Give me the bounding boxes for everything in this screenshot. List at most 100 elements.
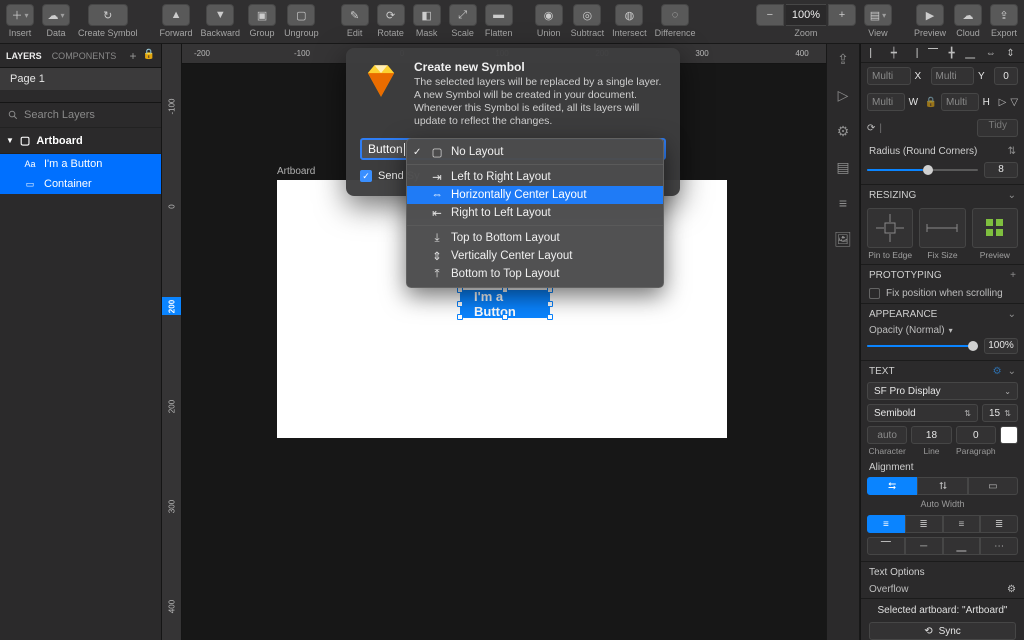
layout-option-vcenter[interactable]: ⇕Vertically Center Layout xyxy=(407,247,663,265)
grid-icon[interactable]: ▤ xyxy=(834,158,852,176)
lock-aspect-icon[interactable]: 🔒 xyxy=(925,97,937,108)
y-value[interactable]: 0 xyxy=(994,67,1018,85)
align-right-icon[interactable]: ⎹ xyxy=(907,48,917,59)
difference-button[interactable]: ◌ xyxy=(661,4,689,26)
zoom-out-button[interactable]: − xyxy=(756,4,784,26)
layout-option-none[interactable]: ✓▢No Layout xyxy=(407,143,663,161)
radius-slider[interactable] xyxy=(867,164,978,176)
char-spacing-input[interactable]: auto xyxy=(867,426,907,444)
align-top-icon[interactable]: ⎺ xyxy=(928,48,938,59)
halign-center-button[interactable]: ≣ xyxy=(905,515,943,533)
cloud-button[interactable]: ☁ xyxy=(954,4,982,26)
sync-button[interactable]: ⟲Sync xyxy=(869,622,1016,640)
data-button[interactable]: ☁▾ xyxy=(42,4,70,26)
share-icon[interactable]: ⇪ xyxy=(834,50,852,68)
halign-right-button[interactable]: ≡ xyxy=(943,515,981,533)
distribute-v-icon[interactable]: ⇕ xyxy=(1006,48,1014,59)
flip-h-icon[interactable]: ▷ xyxy=(999,97,1007,108)
preview-control[interactable] xyxy=(972,208,1018,248)
textbox-auto-width-button[interactable]: ⮀ xyxy=(867,477,917,495)
line-height-input[interactable]: 18 xyxy=(911,426,951,444)
halign-left-button[interactable]: ≡ xyxy=(867,515,905,533)
insert-button[interactable]: ＋▾ xyxy=(6,4,34,26)
page-row[interactable]: Page 1 xyxy=(0,68,161,90)
image-icon[interactable]: 🖼 xyxy=(834,230,852,248)
layout-option-hcenter[interactable]: ⇔Horizontally Center Layout xyxy=(407,186,663,204)
textbox-fixed-button[interactable]: ▭ xyxy=(968,477,1018,495)
layer-row-shape[interactable]: ▭ Container xyxy=(0,174,161,194)
layout-option-ttb[interactable]: ⤓Top to Bottom Layout xyxy=(407,229,663,247)
list-icon[interactable]: ≡ xyxy=(834,194,852,212)
valign-bottom-button[interactable]: ⎽ xyxy=(943,537,981,555)
fix-size-control[interactable] xyxy=(919,208,965,248)
sel-handle[interactable] xyxy=(547,314,553,320)
create-symbol-button[interactable]: ↻ xyxy=(88,4,128,26)
radius-value[interactable]: 8 xyxy=(984,162,1018,178)
tab-layers[interactable]: LAYERS xyxy=(6,51,42,61)
intersect-button[interactable]: ◍ xyxy=(615,4,643,26)
sel-handle[interactable] xyxy=(547,301,553,307)
chevron-down-icon[interactable]: ⌄ xyxy=(1008,190,1016,201)
sel-handle[interactable] xyxy=(457,314,463,320)
rotate-icon[interactable]: ⟳ xyxy=(867,123,875,134)
paragraph-input[interactable]: 0 xyxy=(956,426,996,444)
layout-option-rtl[interactable]: ⇤Right to Left Layout xyxy=(407,204,663,222)
layout-option-btt[interactable]: ⤒Bottom to Top Layout xyxy=(407,265,663,283)
halign-justify-button[interactable]: ≣ xyxy=(980,515,1018,533)
scale-button[interactable]: ⤢ xyxy=(449,4,477,26)
tab-components[interactable]: COMPONENTS xyxy=(52,51,117,61)
lock-icon[interactable]: 🔒 xyxy=(143,49,155,63)
forward-button[interactable]: ▲ xyxy=(162,4,190,26)
fix-scroll-checkbox[interactable] xyxy=(869,288,880,299)
pin-control[interactable] xyxy=(867,208,913,248)
text-options-button[interactable]: ⋯ xyxy=(980,537,1018,555)
x-input[interactable]: Multi xyxy=(867,67,911,85)
font-size-input[interactable]: 15⇅ xyxy=(982,404,1018,422)
align-left-icon[interactable]: ⎸ xyxy=(870,48,880,59)
edit-button[interactable]: ✎ xyxy=(341,4,369,26)
sel-handle[interactable] xyxy=(457,301,463,307)
textbox-auto-height-button[interactable]: ⮁ xyxy=(917,477,967,495)
union-button[interactable]: ◉ xyxy=(535,4,563,26)
export-button[interactable]: ⇪ xyxy=(990,4,1018,26)
sel-handle[interactable] xyxy=(502,314,508,320)
chevron-down-icon[interactable]: ⌄ xyxy=(1008,366,1016,377)
add-page-icon[interactable]: + xyxy=(130,49,137,63)
chevron-down-icon[interactable]: ▾ xyxy=(949,326,953,335)
valign-middle-button[interactable]: ─ xyxy=(905,537,943,555)
artboard-name-label[interactable]: Artboard xyxy=(277,166,315,177)
search-layers-input[interactable]: Search Layers xyxy=(0,102,161,128)
tidy-button[interactable]: Tidy xyxy=(977,119,1018,137)
send-to-symbols-checkbox[interactable]: ✓ xyxy=(360,170,372,182)
distribute-h-icon[interactable]: ⇔ xyxy=(986,48,996,59)
mask-button[interactable]: ◧ xyxy=(413,4,441,26)
group-button[interactable]: ▣ xyxy=(248,4,276,26)
text-color-swatch[interactable] xyxy=(1000,426,1018,444)
w-input[interactable]: Multi xyxy=(867,93,905,111)
radius-stepper-icon[interactable]: ⇅ xyxy=(1008,146,1016,157)
align-bottom-icon[interactable]: ⎽ xyxy=(965,48,975,59)
opacity-value[interactable]: 100% xyxy=(984,338,1018,354)
font-weight-select[interactable]: Semibold⇅ xyxy=(867,404,978,422)
view-button[interactable]: ▤▾ xyxy=(864,4,892,26)
font-family-select[interactable]: SF Pro Display⌄ xyxy=(867,382,1018,400)
chevron-down-icon[interactable]: ⌄ xyxy=(1008,309,1016,320)
gear-icon[interactable]: ⚙ xyxy=(834,122,852,140)
align-vcenter-icon[interactable]: ╋ xyxy=(949,48,955,59)
flatten-button[interactable]: ▬ xyxy=(485,4,513,26)
overflow-gear-icon[interactable]: ⚙ xyxy=(1007,584,1016,595)
rotate-button[interactable]: ⟳ xyxy=(377,4,405,26)
play-icon[interactable]: ▷ xyxy=(834,86,852,104)
backward-button[interactable]: ▼ xyxy=(206,4,234,26)
layout-option-ltr[interactable]: ⇥Left to Right Layout xyxy=(407,168,663,186)
artboard-header[interactable]: ▼ ▢ Artboard xyxy=(0,128,161,154)
opacity-slider[interactable] xyxy=(867,340,978,352)
align-hcenter-icon[interactable]: ┿ xyxy=(891,48,897,59)
ungroup-button[interactable]: ▢ xyxy=(287,4,315,26)
text-gear-icon[interactable]: ⚙ xyxy=(993,366,1002,377)
preview-button[interactable]: ▶ xyxy=(916,4,944,26)
flip-v-icon[interactable]: ▽ xyxy=(1010,97,1018,108)
valign-top-button[interactable]: ⎺ xyxy=(867,537,905,555)
zoom-in-button[interactable]: + xyxy=(828,4,856,26)
add-icon[interactable]: + xyxy=(1010,270,1016,281)
